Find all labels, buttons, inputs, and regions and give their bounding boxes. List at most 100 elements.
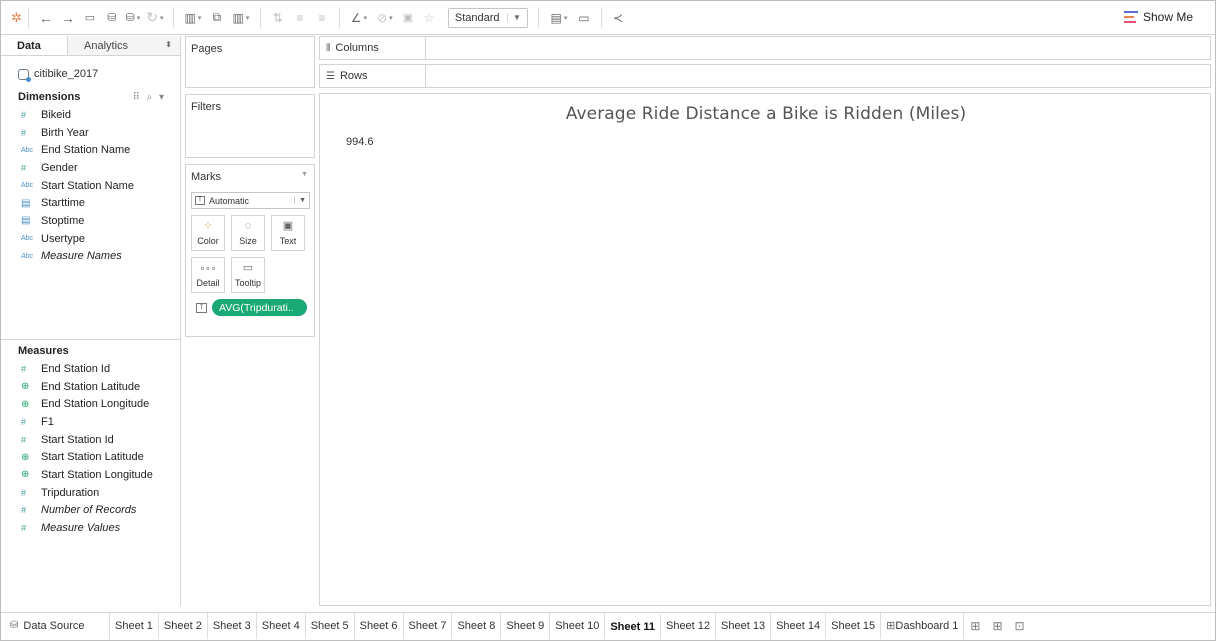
data-source-tab[interactable]: ⛁ Data Source <box>1 612 110 639</box>
fix-axes-icon[interactable]: ☆ <box>418 7 440 29</box>
sheet-tab[interactable]: Sheet 4 <box>257 612 306 639</box>
duplicate-sheet-icon[interactable]: ⧉ <box>206 7 228 29</box>
toolbar-divider <box>600 7 602 28</box>
new-worksheet-icon[interactable]: ▥ ▾ <box>180 7 206 29</box>
sheet-tab[interactable]: Sheet 11 <box>605 612 661 639</box>
string-icon: Abc <box>21 252 34 260</box>
sheet-tab[interactable]: Sheet 13 <box>716 612 772 639</box>
data-pane: Data Analytics ⬍ citibike_2017 Dimension… <box>1 36 181 606</box>
field-item[interactable]: Abc Start Station Name <box>1 177 180 195</box>
tab-label: Sheet 12 <box>665 619 711 632</box>
redo-icon[interactable]: → <box>57 7 79 29</box>
tab-label: Sheet 15 <box>831 619 876 632</box>
field-item[interactable]: ⊕ Start Station Longitude <box>1 466 180 484</box>
new-datasource-icon[interactable]: ⛁ <box>101 7 123 29</box>
text-mark-value[interactable]: 994.6 <box>346 136 374 148</box>
sheet-tab[interactable]: Sheet 8 <box>452 612 502 639</box>
number-icon: # <box>21 162 27 173</box>
tooltip-button[interactable]: ▭ Tooltip <box>231 257 265 293</box>
tab-analytics[interactable]: Analytics ⬍ <box>67 36 180 55</box>
filters-card[interactable]: Filters <box>185 94 315 158</box>
sheet-tab[interactable]: Sheet 5 <box>306 612 355 639</box>
marks-title: Marks <box>191 171 221 183</box>
field-item[interactable]: ⊕ End Station Latitude <box>1 378 180 396</box>
dashboard-tab[interactable]: ⊞ Dashboard 1 <box>881 612 965 639</box>
field-label: Bikeid <box>41 108 71 121</box>
sheet-tab[interactable]: Sheet 9 <box>501 612 551 639</box>
tableau-logo-icon[interactable]: ✲ <box>11 7 22 29</box>
field-item[interactable]: # End Station Id <box>1 360 180 378</box>
share-icon[interactable]: ≺ <box>608 7 628 29</box>
sheet-tab[interactable]: Sheet 3 <box>208 612 257 639</box>
field-item[interactable]: Abc End Station Name <box>1 141 180 159</box>
presentation-mode-icon[interactable]: ▭ <box>573 7 595 29</box>
field-label: Stoptime <box>41 214 85 227</box>
tab-label: Sheet 3 <box>212 619 251 632</box>
size-button[interactable]: ◌ Size <box>231 215 265 251</box>
mark-type-select[interactable]: T Automatic ▼ <box>191 192 310 209</box>
pages-card[interactable]: Pages <box>185 36 315 88</box>
highlight-icon[interactable]: ∠ ▾ <box>346 7 372 29</box>
datasource-item[interactable]: citibike_2017 <box>1 56 180 84</box>
field-item[interactable]: ▤ Stoptime <box>1 212 180 230</box>
worksheet-view[interactable]: Average Ride Distance a Bike is Ridden (… <box>319 93 1211 606</box>
clear-sheet-icon[interactable]: ▥ ▾ <box>228 7 254 29</box>
number-icon: # <box>21 416 27 427</box>
field-item[interactable]: ▤ Starttime <box>1 194 180 212</box>
swap-icon[interactable]: ⇅ <box>267 7 289 29</box>
field-item[interactable]: ⊕ End Station Longitude <box>1 395 180 413</box>
undo-icon[interactable]: ← <box>35 7 57 29</box>
field-item[interactable]: # Birth Year <box>1 124 180 142</box>
field-item[interactable]: # Bikeid <box>1 106 180 124</box>
sheet-tab[interactable]: Sheet 14 <box>771 612 827 639</box>
new-dashboard-icon[interactable]: ⊞ <box>986 613 1008 639</box>
fit-select[interactable]: Standard ▼ <box>447 7 528 28</box>
field-item[interactable]: Abc Usertype <box>1 230 180 248</box>
columns-shelf[interactable]: ⦀ Columns <box>319 36 1211 60</box>
toolbar-divider <box>338 7 340 28</box>
field-item[interactable]: # Start Station Id <box>1 431 180 449</box>
sort-descending-icon[interactable]: ≡ <box>311 7 333 29</box>
sheet-tab[interactable]: Sheet 2 <box>159 612 208 639</box>
pause-updates-icon[interactable]: ⛁ ▾ <box>123 7 143 29</box>
tab-label: Sheet 5 <box>310 619 349 632</box>
color-button[interactable]: ⁘ Color <box>191 215 225 251</box>
field-label: End Station Name <box>41 144 131 157</box>
field-item[interactable]: # F1 <box>1 413 180 431</box>
tab-data[interactable]: Data <box>1 36 67 55</box>
show-labels-icon[interactable]: ▣ <box>398 7 418 29</box>
group-icon[interactable]: ⊘ ▾ <box>372 7 398 29</box>
sheet-tab[interactable]: Sheet 12 <box>661 612 717 639</box>
field-item[interactable]: ⊕ Start Station Latitude <box>1 448 180 466</box>
avg-tripduration-pill[interactable]: AVG(Tripdurati.. <box>212 299 307 316</box>
show-cards-icon[interactable]: ▤ ▾ <box>545 7 573 29</box>
field-item[interactable]: # Tripduration <box>1 484 180 502</box>
field-item[interactable]: # Number of Records <box>1 502 180 520</box>
sheet-tab[interactable]: Sheet 10 <box>550 612 606 639</box>
field-label: End Station Id <box>41 362 111 375</box>
toolbar-divider <box>259 7 261 28</box>
tab-label: Sheet 13 <box>721 619 766 632</box>
sheet-tab[interactable]: Sheet 6 <box>355 612 404 639</box>
field-item[interactable]: # Gender <box>1 159 180 177</box>
field-item[interactable]: Abc Measure Names <box>1 248 180 266</box>
color-icon: ⁘ <box>203 220 213 232</box>
text-button[interactable]: ▣ Text <box>271 215 305 251</box>
rows-shelf[interactable]: ☰ Rows <box>319 64 1211 88</box>
sort-ascending-icon[interactable]: ≡ <box>289 7 311 29</box>
new-worksheet-icon[interactable]: ⊞ <box>964 613 986 639</box>
refresh-icon[interactable]: ↻ ▾ <box>143 7 167 29</box>
show-me-button[interactable]: Show Me <box>1123 10 1193 24</box>
detail-button[interactable]: ∘∘∘ Detail <box>191 257 225 293</box>
sheet-tab[interactable]: Sheet 15 <box>826 612 882 639</box>
save-icon[interactable]: ▭ <box>79 7 101 29</box>
new-story-icon[interactable]: ⊡ <box>1009 613 1031 639</box>
dimensions-tools[interactable]: ⠿ ⌕ ▾ <box>132 92 166 103</box>
sheet-tab[interactable]: Sheet 7 <box>404 612 453 639</box>
sheet-tab[interactable]: Sheet 1 <box>110 612 159 639</box>
field-item[interactable]: # Measure Values <box>1 519 180 537</box>
tab-label: Sheet 8 <box>457 619 496 632</box>
view-title[interactable]: Average Ride Distance a Bike is Ridden (… <box>320 104 1210 124</box>
marks-menu-icon[interactable]: ▼ <box>301 171 308 183</box>
pane-divider[interactable] <box>1 339 180 340</box>
